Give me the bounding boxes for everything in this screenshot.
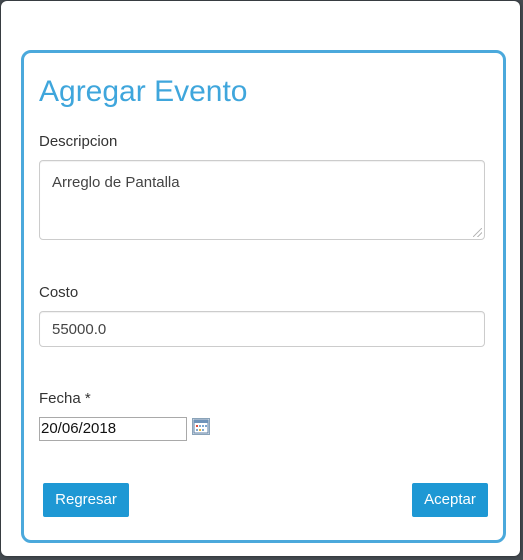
calendar-icon[interactable] [192, 418, 210, 435]
event-form-panel: Agregar Evento Descripcion Arreglo de Pa… [21, 50, 506, 543]
descripcion-value: Arreglo de Pantalla [52, 174, 180, 191]
back-button[interactable]: Regresar [43, 483, 129, 517]
fecha-label: Fecha * [39, 390, 91, 407]
resize-grip-icon[interactable] [473, 228, 482, 237]
accept-button[interactable]: Aceptar [412, 483, 488, 517]
descripcion-label: Descripcion [39, 133, 118, 150]
fecha-input[interactable]: 20/06/2018 [39, 417, 187, 441]
calendar-glyph [193, 419, 209, 434]
descripcion-textarea[interactable]: Arreglo de Pantalla [39, 160, 485, 240]
dialog-title: Agregar Evento [39, 75, 248, 108]
costo-value: 55000.0 [52, 321, 107, 338]
costo-label: Costo [39, 284, 79, 301]
costo-input[interactable]: 55000.0 [39, 311, 485, 347]
fecha-value: 20/06/2018 [41, 420, 117, 437]
modal-dialog: Agregar Evento Descripcion Arreglo de Pa… [1, 1, 520, 556]
